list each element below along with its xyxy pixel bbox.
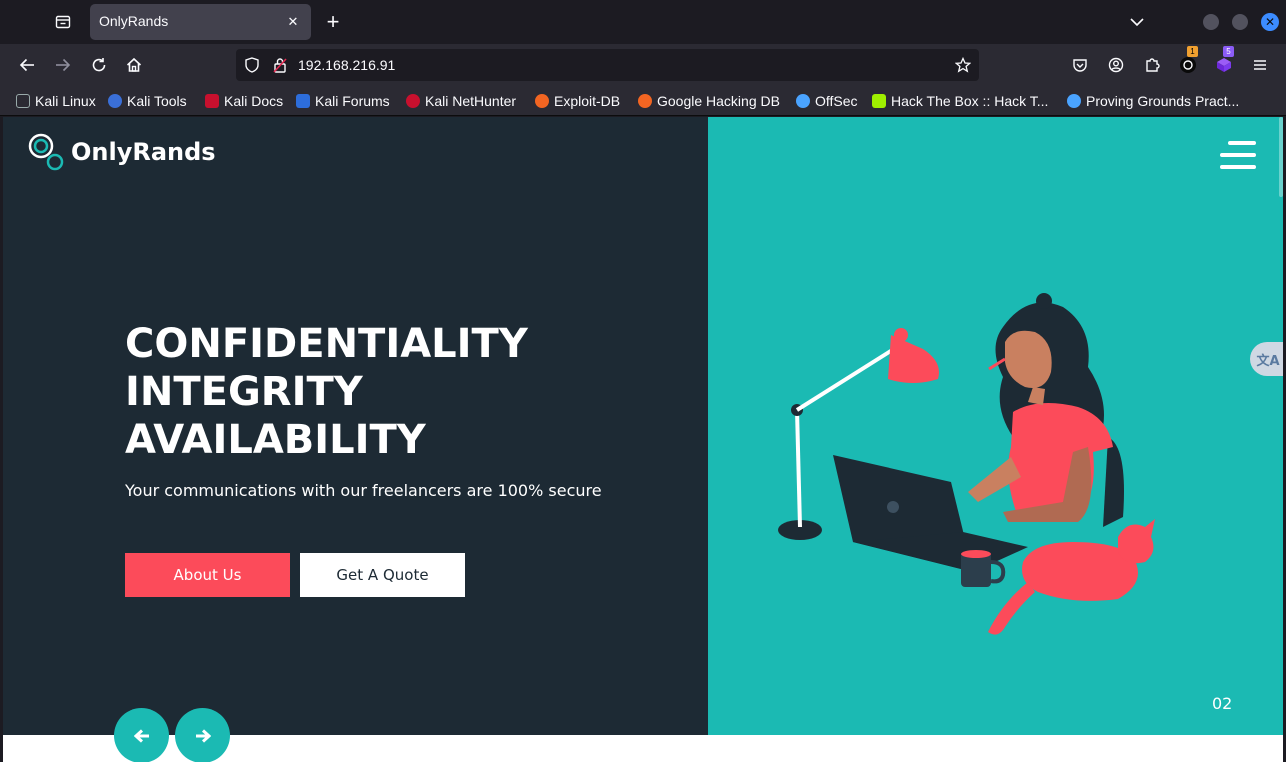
extension-cube-icon[interactable]: 5 [1210,46,1238,78]
extension-badge-2: 5 [1223,46,1234,57]
bookmark-exploit-db[interactable]: Exploit-DB [535,92,620,110]
site-logo[interactable]: OnlyRands [27,133,216,171]
extension-badge-1: 1 [1187,46,1198,57]
navigation-toolbar: 192.168.216.91 1 5 [0,44,1286,86]
arrow-right-icon [195,728,211,743]
bookmark-google-hacking-db[interactable]: Google Hacking DB [638,92,780,110]
menu-toggle-icon[interactable] [1220,141,1256,169]
exploit-db-icon [535,94,549,108]
account-icon[interactable] [1102,52,1130,78]
kali-dragon-icon [16,94,30,108]
hack-the-box-icon [872,94,886,108]
address-bar[interactable]: 192.168.216.91 [236,49,979,81]
kali-docs-icon [205,94,219,108]
tab-bar: OnlyRands ✕ + ✕ [0,0,1286,44]
bookmark-kali-nethunter[interactable]: Kali NetHunter [406,92,516,110]
lamp-arm-lower [795,409,802,528]
cat-head [1118,519,1155,564]
browser-tab[interactable]: OnlyRands ✕ [90,4,311,40]
kali-nethunter-icon [406,94,420,108]
shirt [1008,403,1113,517]
extension-dark-reader-icon[interactable]: 1 [1174,46,1202,78]
new-tab-icon[interactable]: + [320,9,346,34]
slide-number: 02 [1212,694,1233,713]
lamp-knob [894,328,908,342]
arrow-left-icon [133,728,149,743]
tab-title: OnlyRands [99,13,169,29]
lamp-shade [888,335,939,383]
pocket-icon[interactable] [1066,52,1094,78]
translate-widget-icon[interactable]: 文A [1250,342,1283,376]
extensions-icon[interactable] [1138,52,1166,78]
headline-line-2: INTEGRITY [125,369,363,415]
bookmark-kali-linux[interactable]: Kali Linux [16,92,96,110]
laptop-logo [887,501,899,513]
kali-tools-icon [108,94,122,108]
logo-rings-icon [28,133,64,171]
firefox-view-icon[interactable] [50,10,76,34]
logo-text: OnlyRands [71,138,216,166]
bookmark-offsec[interactable]: OffSec [796,92,858,110]
headline-line-3: AVAILABILITY [125,417,426,463]
prev-slide-button[interactable] [114,708,169,762]
forward-icon[interactable] [49,52,77,78]
home-icon[interactable] [120,52,148,78]
bookmarks-toolbar: Kali Linux Kali Tools Kali Docs Kali For… [0,86,1286,116]
maximize-window-button[interactable] [1232,14,1248,30]
url-text[interactable]: 192.168.216.91 [298,57,395,73]
close-tab-icon[interactable]: ✕ [283,12,303,32]
hair-bun [1036,293,1052,309]
ghdb-icon [638,94,652,108]
insecure-lock-icon[interactable] [270,55,290,75]
hero-headline: CONFIDENTIALITY INTEGRITY AVAILABILITY [125,320,528,464]
page-viewport: OnlyRands CONFIDENTIALITY INTEGRITY AVAI… [3,117,1283,762]
cat-tail [988,582,1035,635]
bookmark-hack-the-box[interactable]: Hack The Box :: Hack T... [872,92,1048,110]
bookmark-kali-tools[interactable]: Kali Tools [108,92,187,110]
kali-forums-icon [296,94,310,108]
bookmark-proving-grounds[interactable]: Proving Grounds Pract... [1067,92,1239,110]
bookmark-star-icon[interactable] [953,55,973,75]
minimize-window-button[interactable] [1203,14,1219,30]
offsec-icon [1067,94,1081,108]
chair [1103,437,1124,527]
about-us-button[interactable]: About Us [125,553,290,597]
app-menu-icon[interactable] [1246,52,1274,78]
headline-line-1: CONFIDENTIALITY [125,321,528,367]
hero-subtitle: Your communications with our freelancers… [125,481,602,500]
tracking-protection-shield-icon[interactable] [242,55,262,75]
hero-illustration [778,293,1155,635]
reload-icon[interactable] [85,52,113,78]
bookmark-kali-docs[interactable]: Kali Docs [205,92,283,110]
close-window-button[interactable]: ✕ [1261,13,1279,31]
mug-coffee [961,550,991,558]
bookmark-kali-forums[interactable]: Kali Forums [296,92,390,110]
offsec-icon [796,94,810,108]
back-icon[interactable] [13,52,41,78]
list-all-tabs-icon[interactable] [1124,10,1150,34]
next-slide-button[interactable] [175,708,230,762]
mug-handle [990,560,1006,584]
get-a-quote-button[interactable]: Get A Quote [300,553,465,597]
page-scrollbar[interactable] [1279,117,1283,197]
